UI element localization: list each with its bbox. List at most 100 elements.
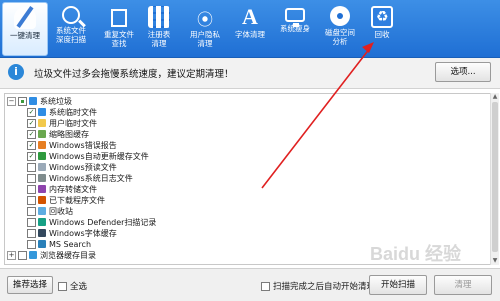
tree-item-label: Windows错误报告 (49, 141, 117, 150)
tree-item[interactable]: Windows预读文件 (5, 162, 485, 173)
tree-item-label: Windows自动更新缓存文件 (49, 152, 149, 161)
toolbar-label: 系统文件 深度扫描 (56, 26, 86, 44)
toolbar-label: 注册表 清理 (147, 30, 171, 48)
browser-icon (29, 251, 37, 259)
tree-item-label: MS Search (49, 240, 92, 249)
tree-item[interactable]: ✓ 用户临时文件 (5, 118, 485, 129)
tree-item-label: 系统临时文件 (49, 108, 97, 117)
select-all-checkbox[interactable]: 全选 (58, 280, 87, 292)
toolbar: 一键清理 系统文件 深度扫描 重复文件 查找 注册表 清理 用户隐私 清理 A … (0, 0, 500, 58)
folder-icon (38, 119, 46, 127)
toolbar-recycle[interactable]: 回收 (360, 2, 404, 54)
toolbar-label: 重复文件 查找 (104, 30, 134, 48)
tree-item-label: 内存转储文件 (49, 185, 97, 194)
checkbox[interactable]: ✓ (27, 119, 36, 128)
toolbar-deep-scan[interactable]: 系统文件 深度扫描 (49, 2, 93, 54)
info-bar: i 垃圾文件过多会拖慢系统速度，建议定期清理！ (0, 58, 500, 89)
monitor-icon (285, 8, 305, 27)
toolbar-label: 磁盘空间 分析 (325, 28, 355, 46)
checkbox[interactable] (27, 229, 36, 238)
checkbox[interactable] (27, 163, 36, 172)
checkbox[interactable] (27, 174, 36, 183)
tree-item-label: 用户临时文件 (49, 119, 97, 128)
tree-item[interactable]: ✓ 系统临时文件 (5, 107, 485, 118)
select-all-label: 全选 (70, 282, 88, 292)
clean-button[interactable]: 清理 (434, 275, 492, 295)
scroll-down-icon[interactable]: ▼ (491, 257, 499, 265)
recommend-button[interactable]: 推荐选择 (7, 276, 53, 294)
checkbox[interactable] (27, 207, 36, 216)
toolbar-privacy-clean[interactable]: 用户隐私 清理 (183, 2, 227, 54)
font-icon: A (242, 4, 258, 29)
registry-icon (148, 6, 170, 28)
checkbox[interactable]: ✓ (27, 130, 36, 139)
tree-item[interactable]: 已下载程序文件 (5, 195, 485, 206)
toolbar-one-click-clean[interactable]: 一键清理 (2, 2, 48, 56)
tree-item-label: 回收站 (49, 207, 73, 216)
tree-group[interactable]: − 系统垃圾 (5, 96, 485, 107)
report-icon (38, 141, 46, 149)
checkbox[interactable] (27, 196, 36, 205)
tree-item-label: 浏览器缓存目录 (40, 251, 96, 260)
recycle-icon (371, 6, 393, 28)
tree-item[interactable]: Windows系统日志文件 (5, 173, 485, 184)
file-icon (38, 163, 46, 171)
toolbar-font-clean[interactable]: A 字体清理 (228, 2, 272, 54)
broom-icon (14, 7, 36, 29)
collapse-icon[interactable]: − (7, 97, 16, 106)
start-scan-button[interactable]: 开始扫描 (369, 275, 427, 295)
tree-item[interactable]: Windows字体缓存 (5, 228, 485, 239)
tree-item[interactable]: Windows Defender扫描记录 (5, 217, 485, 228)
tree-item-label: Windows字体缓存 (49, 229, 117, 238)
scroll-up-icon[interactable]: ▲ (491, 93, 499, 101)
checkbox[interactable]: ✓ (27, 108, 36, 117)
tree-item[interactable]: ✓ Windows错误报告 (5, 140, 485, 151)
image-icon (38, 130, 46, 138)
checkbox[interactable] (27, 240, 36, 249)
checkbox[interactable]: ✓ (27, 152, 36, 161)
windows-icon (38, 108, 46, 116)
toolbar-label: 字体清理 (235, 30, 265, 39)
toolbar-system-slim[interactable]: 系统瘦身 (273, 2, 317, 54)
tree-item-label: 系统垃圾 (40, 97, 72, 106)
auto-clean-label: 扫描完成之后自动开始清理 (273, 282, 376, 292)
tree-item-label: Windows Defender扫描记录 (49, 218, 157, 227)
windows-icon (29, 97, 37, 105)
duplicate-files-icon (108, 6, 130, 28)
tree-item-label: Windows系统日志文件 (49, 174, 133, 183)
toolbar-label: 用户隐私 清理 (190, 30, 220, 48)
checkbox[interactable] (18, 97, 27, 106)
checkbox[interactable] (58, 282, 67, 291)
download-icon (38, 196, 46, 204)
magnifier-icon (62, 6, 80, 24)
privacy-icon (194, 6, 216, 30)
scroll-thumb[interactable] (492, 102, 498, 252)
recycle-bin-icon (38, 207, 46, 215)
checkbox[interactable] (261, 282, 270, 291)
toolbar-duplicate-files[interactable]: 重复文件 查找 (97, 2, 141, 54)
checkbox[interactable] (27, 218, 36, 227)
tree-item[interactable]: ✓ 缩略图缓存 (5, 129, 485, 140)
toolbar-label: 回收 (374, 30, 390, 39)
expand-icon[interactable]: + (7, 251, 16, 260)
checkbox[interactable]: ✓ (27, 141, 36, 150)
checkbox[interactable] (18, 251, 27, 260)
info-icon: i (8, 64, 24, 80)
defender-icon (38, 218, 46, 226)
tree-item-label: Windows预读文件 (49, 163, 117, 172)
options-button[interactable]: 选项... (435, 62, 491, 82)
tree-item[interactable]: 回收站 (5, 206, 485, 217)
auto-clean-checkbox[interactable]: 扫描完成之后自动开始清理 (261, 280, 375, 292)
toolbar-registry-clean[interactable]: 注册表 清理 (137, 2, 181, 54)
toolbar-disk-analysis[interactable]: 磁盘空间 分析 (318, 2, 362, 54)
checkbox[interactable] (27, 185, 36, 194)
search-icon (38, 240, 46, 248)
tree-scrollbar[interactable]: ▲ ▼ (490, 93, 499, 265)
disk-icon (330, 6, 350, 26)
tree-item[interactable]: 内存转储文件 (5, 184, 485, 195)
dump-icon (38, 185, 46, 193)
watermark: Baidu 经验 (370, 244, 462, 264)
tree-item[interactable]: ✓ Windows自动更新缓存文件 (5, 151, 485, 162)
info-message: 垃圾文件过多会拖慢系统速度，建议定期清理！ (34, 69, 234, 80)
toolbar-label: 一键清理 (10, 31, 40, 40)
